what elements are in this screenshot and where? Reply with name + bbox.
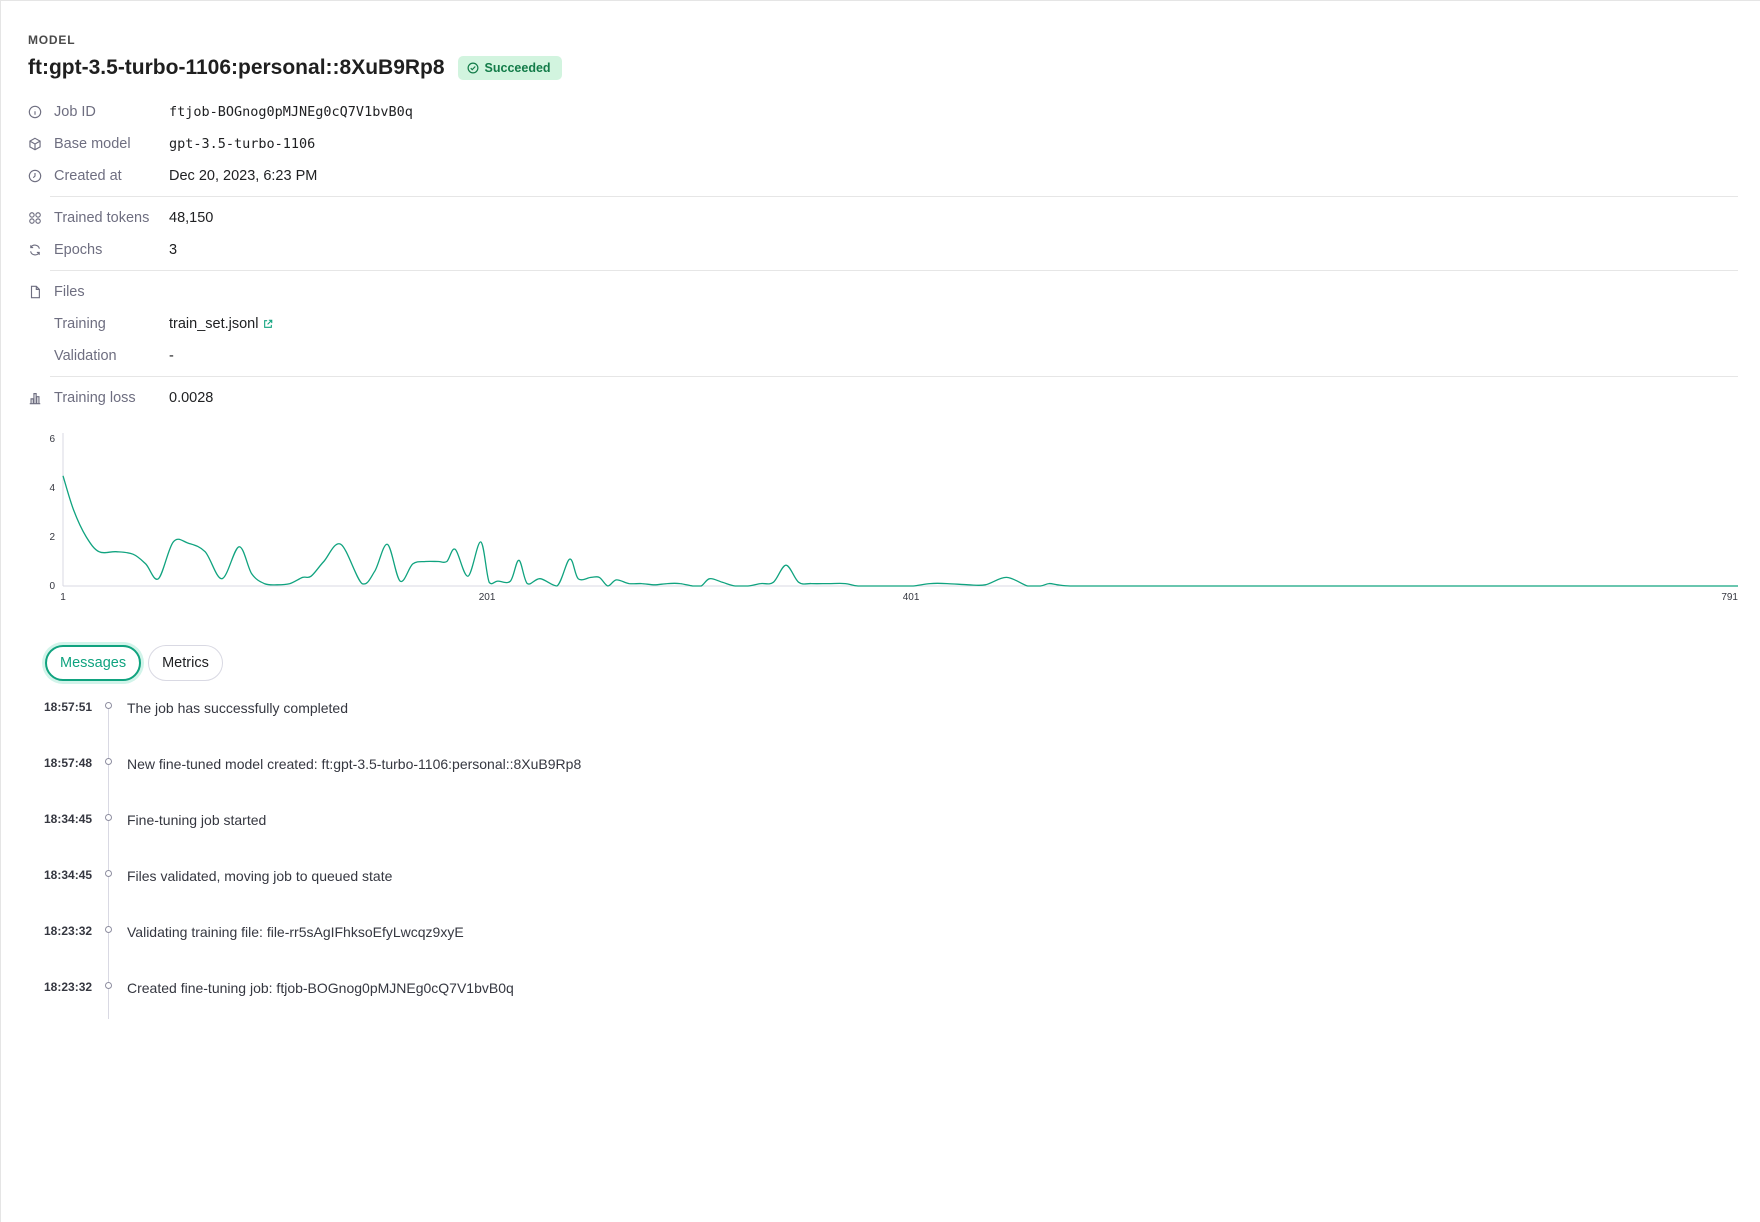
event-message: Created fine-tuning job: ftjob-BOGnog0pM…	[127, 980, 514, 996]
event-time: 18:23:32	[44, 924, 93, 938]
fine-tune-job-page: MODEL ft:gpt-3.5-turbo-1106:personal::8X…	[0, 0, 1760, 1222]
epochs-value: 3	[169, 242, 178, 258]
event-message: Fine-tuning job started	[127, 812, 267, 828]
event-time: 18:34:45	[44, 812, 93, 826]
event-dot	[105, 758, 112, 765]
info-icon	[28, 104, 54, 120]
event-dot	[105, 926, 112, 933]
job-details-panel: MODEL ft:gpt-3.5-turbo-1106:personal::8X…	[28, 33, 1738, 414]
validation-file-value: -	[169, 348, 174, 364]
status-badge: Succeeded	[457, 56, 562, 80]
event-dot	[105, 982, 112, 989]
base-model-value: gpt-3.5-turbo-1106	[169, 136, 316, 152]
job-id-row: Job ID ftjob-BOGnog0pMJNEg0cQ7V1bvB0q	[28, 96, 1738, 128]
divider	[50, 270, 1738, 271]
y-tick-label: 4	[49, 483, 55, 494]
training-loss-series-line	[62, 475, 1738, 587]
training-loss-chart: 0 2 4 6 1 201 401 791	[28, 429, 1743, 609]
external-link-icon	[264, 319, 273, 328]
trained-tokens-label: Trained tokens	[54, 210, 150, 226]
base-model-row: Base model gpt-3.5-turbo-1106	[28, 128, 1738, 160]
y-tick-label: 2	[49, 532, 55, 543]
grid-icon	[28, 210, 54, 226]
y-tick-label: 6	[49, 434, 55, 445]
x-tick-label: 791	[1721, 592, 1738, 603]
event-time: 18:34:45	[44, 868, 93, 882]
section-eyebrow: MODEL	[28, 33, 76, 47]
event-message: New fine-tuned model created: ft:gpt-3.5…	[127, 756, 582, 772]
event-dot	[105, 814, 112, 821]
model-title: ft:gpt-3.5-turbo-1106:personal::8XuB9Rp8	[28, 56, 445, 79]
bar-chart-icon	[28, 390, 54, 406]
event-item: 18:57:48 New fine-tuned model created: f…	[44, 752, 844, 808]
created-at-row: Created at Dec 20, 2023, 6:23 PM	[28, 160, 1738, 192]
training-file-row: Training train_set.jsonl	[28, 308, 1738, 340]
created-at-value: Dec 20, 2023, 6:23 PM	[169, 168, 318, 184]
job-id-value: ftjob-BOGnog0pMJNEg0cQ7V1bvB0q	[169, 104, 413, 120]
event-dot	[105, 702, 112, 709]
cube-icon	[28, 136, 54, 152]
event-message: Validating training file: file-rr5sAgIFh…	[127, 924, 464, 940]
job-properties: Job ID ftjob-BOGnog0pMJNEg0cQ7V1bvB0q Ba…	[28, 96, 1738, 414]
event-item: 18:23:32 Created fine-tuning job: ftjob-…	[44, 976, 844, 1032]
base-model-label: Base model	[54, 136, 131, 152]
event-time: 18:57:51	[44, 700, 93, 714]
tab-bar: Messages Metrics	[45, 645, 223, 681]
training-file-name[interactable]: train_set.jsonl	[169, 316, 258, 332]
x-tick-label: 1	[60, 592, 66, 603]
epochs-label: Epochs	[54, 242, 103, 258]
clock-icon	[28, 168, 54, 184]
event-item: 18:34:45 Files validated, moving job to …	[44, 864, 844, 920]
trained-tokens-row: Trained tokens 48,150	[28, 202, 1738, 234]
divider	[50, 196, 1738, 197]
created-at-label: Created at	[54, 168, 122, 184]
event-time: 18:57:48	[44, 756, 93, 770]
event-timeline: 18:57:51 The job has successfully comple…	[44, 696, 844, 1032]
event-item: 18:57:51 The job has successfully comple…	[44, 696, 844, 752]
training-file-link[interactable]: train_set.jsonl	[169, 316, 273, 332]
event-message: Files validated, moving job to queued st…	[127, 868, 393, 884]
status-text: Succeeded	[484, 61, 551, 75]
trained-tokens-value: 48,150	[169, 210, 214, 226]
files-label: Files	[54, 284, 85, 300]
x-tick-label: 201	[479, 592, 496, 603]
event-item: 18:34:45 Fine-tuning job started	[44, 808, 844, 864]
event-item: 18:23:32 Validating training file: file-…	[44, 920, 844, 976]
event-message: The job has successfully completed	[127, 700, 348, 716]
job-id-label: Job ID	[54, 104, 96, 120]
epochs-row: Epochs 3	[28, 234, 1738, 266]
training-file-label: Training	[54, 316, 106, 332]
y-tick-label: 0	[49, 581, 55, 592]
file-icon	[28, 284, 54, 300]
event-time: 18:23:32	[44, 980, 93, 994]
event-dot	[105, 870, 112, 877]
validation-file-label: Validation	[54, 348, 117, 364]
training-loss-row: Training loss 0.0028	[28, 382, 1738, 414]
validation-file-row: Validation -	[28, 340, 1738, 372]
training-loss-label: Training loss	[54, 390, 136, 406]
training-loss-value: 0.0028	[169, 390, 214, 406]
tab-messages[interactable]: Messages	[45, 645, 142, 681]
tab-metrics[interactable]: Metrics	[148, 645, 223, 681]
loss-chart-svg: 0 2 4 6 1 201 401 791	[49, 433, 1738, 603]
check-circle-icon	[467, 62, 479, 74]
x-tick-label: 401	[903, 592, 920, 603]
files-row: Files	[28, 276, 1738, 308]
refresh-icon	[28, 242, 54, 258]
title-row: ft:gpt-3.5-turbo-1106:personal::8XuB9Rp8…	[28, 53, 1738, 83]
divider	[50, 376, 1738, 377]
